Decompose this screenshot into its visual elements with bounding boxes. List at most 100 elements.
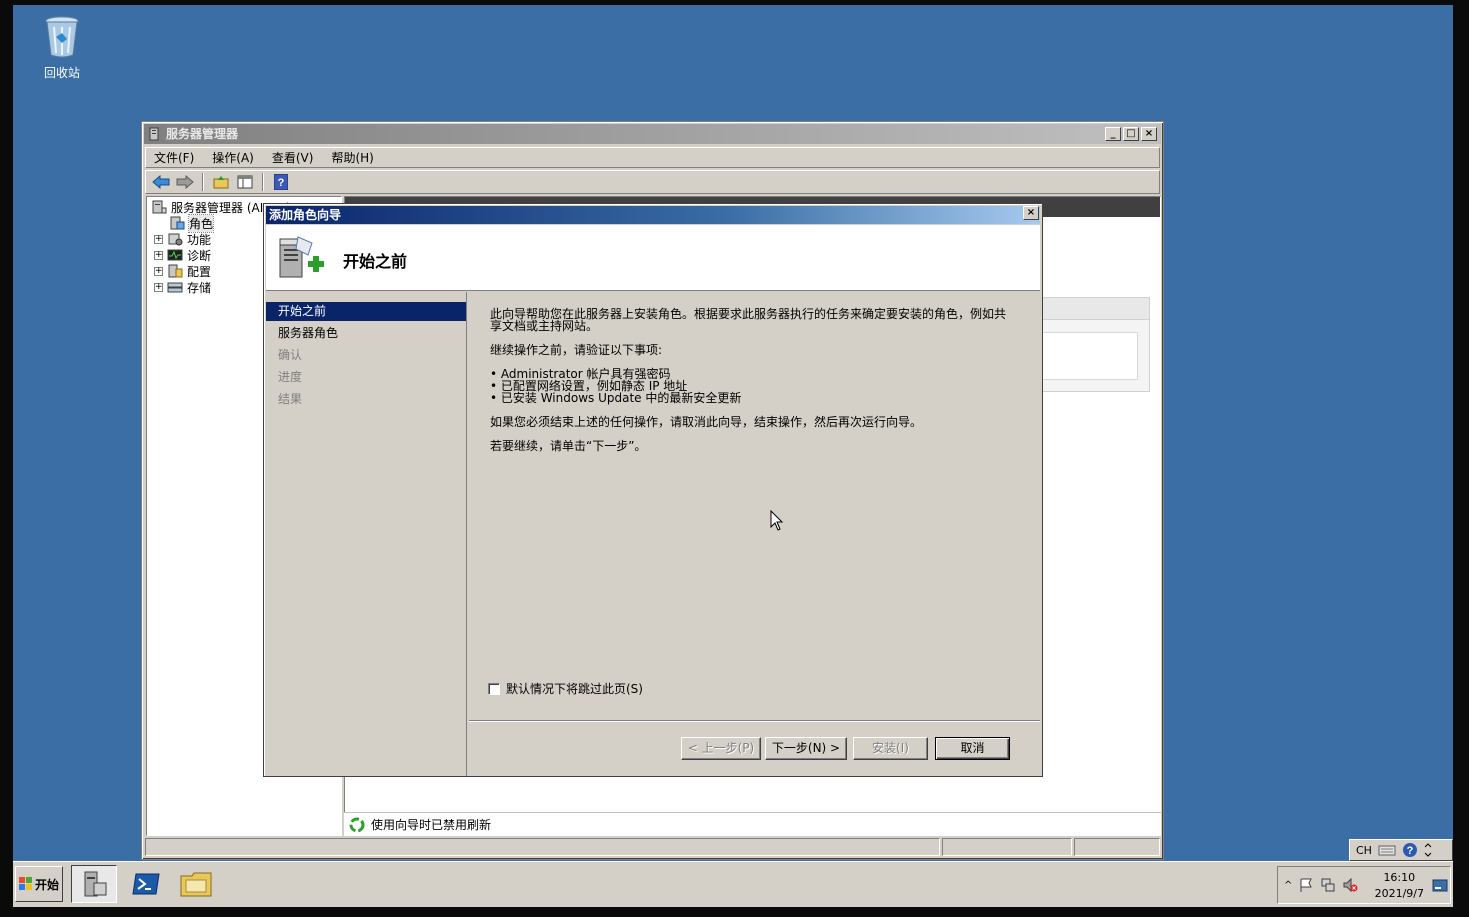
minimize-button[interactable]: _ — [1105, 127, 1121, 141]
svg-text:?: ? — [278, 177, 285, 189]
action-center-flag-icon[interactable] — [1298, 877, 1314, 893]
roles-icon — [170, 216, 185, 230]
menubar: 文件(F) 操作(A) 查看(V) 帮助(H) — [145, 147, 1160, 168]
tree-item-configuration[interactable]: + 配置 — [154, 263, 211, 279]
taskbar-powershell[interactable] — [123, 865, 169, 903]
back-button[interactable]: < 上一步(P) — [681, 737, 761, 760]
recycle-bin-label: 回收站 — [43, 66, 80, 80]
recycle-bin[interactable]: 回收站 — [35, 15, 89, 81]
server-manager-icon — [152, 200, 167, 214]
langbar-options-icon[interactable] — [1424, 843, 1432, 857]
wizard-step-before-you-begin[interactable]: 开始之前 — [266, 302, 466, 321]
wizard-step-confirmation: 确认 — [278, 348, 303, 362]
start-button[interactable]: 开始 — [15, 866, 63, 902]
statusbar — [145, 838, 1160, 858]
wizard-header-title: 开始之前 — [343, 252, 408, 271]
wizard-header: 开始之前 — [266, 225, 1040, 291]
statusbar-cell — [145, 838, 940, 856]
recycle-bin-icon — [45, 16, 79, 58]
toolbar-separator — [262, 173, 264, 191]
tree-label: 功能 — [187, 232, 212, 247]
features-icon — [168, 233, 183, 246]
up-folder-button[interactable] — [211, 172, 231, 192]
forward-arrow-icon — [176, 175, 194, 189]
refresh-icon — [349, 817, 365, 832]
menu-file[interactable]: 文件(F) — [154, 149, 194, 166]
cancel-button[interactable]: 取消 — [935, 737, 1010, 760]
wizard-step-results: 结果 — [278, 392, 303, 406]
taskbar-explorer[interactable] — [173, 865, 219, 903]
tree-item-features[interactable]: + 功能 — [154, 231, 211, 247]
tree-item-diagnostics[interactable]: + 诊断 — [154, 247, 211, 263]
close-button[interactable]: × — [1141, 127, 1157, 141]
menu-view[interactable]: 查看(V) — [272, 149, 314, 166]
skip-page-option[interactable]: 默认情况下将跳过此页(S) — [488, 680, 643, 697]
windows-logo-icon — [18, 877, 32, 890]
wizard-content: 此向导帮助您在此服务器上安装角色。根据要求此服务器执行的任务来确定要安装的角色，… — [490, 308, 1015, 452]
continue-note: 若要继续，请单击“下一步”。 — [490, 439, 647, 453]
help-button[interactable]: ? — [271, 172, 291, 192]
folder-icon — [180, 872, 212, 897]
expand-icon[interactable]: + — [154, 250, 163, 260]
language-bar: CH ? — [1349, 839, 1453, 861]
next-button[interactable]: 下一步(N) > — [765, 737, 847, 760]
toolbar: ? — [145, 170, 1160, 194]
refresh-status-text: 使用向导时已禁用刷新 — [371, 818, 492, 832]
expand-icon[interactable]: + — [154, 234, 163, 244]
tree-item-storage[interactable]: + 存储 — [154, 279, 211, 295]
intro-text-line2: 享文档或主持网站。 — [490, 319, 599, 333]
volume-muted-icon[interactable] — [1342, 877, 1358, 893]
language-indicator[interactable]: CH — [1356, 844, 1372, 857]
configuration-icon — [168, 264, 183, 278]
menu-help[interactable]: 帮助(H) — [331, 149, 373, 166]
verify-heading: 继续操作之前，请验证以下事项: — [490, 343, 663, 357]
wizard-close-button[interactable]: × — [1023, 206, 1039, 220]
help-icon[interactable]: ? — [1402, 842, 1418, 858]
svg-text:?: ? — [1407, 845, 1414, 857]
wizard-titlebar[interactable]: 添加角色向导 — [266, 206, 1040, 224]
powershell-icon — [132, 873, 160, 895]
show-hidden-icons-icon[interactable]: ^ — [1284, 880, 1292, 891]
expand-icon[interactable]: + — [154, 282, 163, 292]
back-arrow-button[interactable] — [151, 172, 171, 192]
skip-page-checkbox[interactable] — [488, 682, 500, 695]
diagnostics-icon — [167, 249, 183, 261]
expand-icon[interactable]: + — [154, 266, 163, 276]
console-tree-icon — [237, 175, 253, 189]
clock[interactable]: 16:10 2021/9/7 — [1375, 870, 1424, 902]
server-manager-titlebar[interactable]: 服务器管理器 _ □ × — [144, 124, 1161, 144]
mouse-pointer-icon — [770, 510, 784, 531]
requirements-list: • Administrator 帐户具有强密码 • 已配置网络设置，例如静态 I… — [490, 368, 1015, 404]
back-arrow-icon — [152, 175, 170, 189]
show-desktop-icon[interactable] — [1432, 879, 1448, 893]
wizard-step-progress: 进度 — [278, 370, 303, 384]
help-icon: ? — [274, 174, 288, 190]
wizard-title: 添加角色向导 — [269, 208, 342, 222]
server-manager-icon — [149, 127, 159, 141]
menu-action[interactable]: 操作(A) — [212, 149, 254, 166]
install-button[interactable]: 安装(I) — [853, 737, 928, 760]
up-folder-icon — [213, 176, 229, 189]
requirement-item: • 已安装 Windows Update 中的最新安全更新 — [490, 391, 742, 405]
clock-date: 2021/9/7 — [1374, 887, 1424, 900]
keyboard-icon[interactable] — [1378, 844, 1396, 856]
forward-arrow-button[interactable] — [175, 172, 195, 192]
network-icon[interactable] — [1320, 877, 1336, 893]
wizard-step-server-roles[interactable]: 服务器角色 — [266, 324, 466, 343]
toolbar-separator — [202, 173, 204, 191]
notification-area: ^ 16:10 2021/9/7 — [1277, 866, 1451, 904]
start-label: 开始 — [34, 877, 59, 892]
server-manager-title: 服务器管理器 — [166, 127, 239, 141]
wizard-separator — [469, 720, 1040, 722]
storage-icon — [167, 282, 183, 293]
show-hide-tree-button[interactable] — [235, 172, 255, 192]
taskbar: 开始 ^ 16:10 2021/9/7 — [13, 861, 1453, 907]
tree-item-roles[interactable]: 角色 — [169, 213, 215, 233]
add-roles-wizard: 添加角色向导 × 开始之前 开始之前 服务器角色 确认 进度 结果 此向导帮助您… — [263, 203, 1043, 777]
tree-label: 存储 — [187, 280, 212, 295]
refresh-status: 使用向导时已禁用刷新 — [344, 812, 1161, 836]
cancel-note: 如果您必须结束上述的任何操作，请取消此向导，结束操作，然后再次运行向导。 — [490, 415, 923, 429]
statusbar-cell — [1074, 838, 1160, 856]
maximize-button[interactable]: □ — [1123, 127, 1139, 141]
taskbar-server-manager[interactable] — [71, 865, 117, 903]
